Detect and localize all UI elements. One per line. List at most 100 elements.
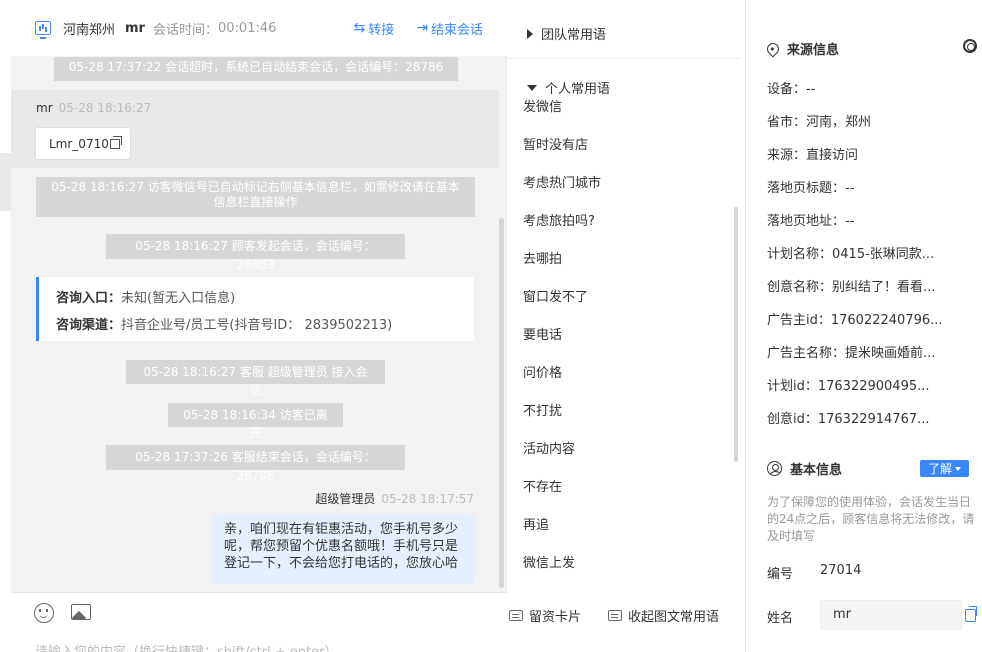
- name-label: 姓名: [767, 611, 794, 626]
- source-field: 创意名称：别纠结了！看看...: [767, 280, 936, 295]
- consult-channel-label: 咨询渠道：: [56, 318, 122, 333]
- copy-icon[interactable]: [965, 606, 977, 622]
- visitor-message-name: mr: [36, 101, 53, 115]
- phrases-scrollbar[interactable]: [734, 207, 738, 462]
- copy-icon[interactable]: [109, 135, 122, 149]
- caret-right-icon: [527, 28, 533, 39]
- card-icon: [608, 609, 622, 621]
- system-message-timeout: 05-28 17:37:22 会话超时，系统已自动结束会话，会话编号：28786: [54, 57, 458, 81]
- learn-more-label: 了解: [927, 462, 952, 476]
- phrase-item[interactable]: 不存在: [523, 476, 562, 495]
- visitor-name: mr: [125, 20, 145, 36]
- phrase-item[interactable]: 不打扰: [523, 400, 562, 419]
- phrases-footer: 留资卡片 收起图文常用语: [507, 600, 746, 630]
- chat-header: 河南郑州 mr 会话时间： 00:01:46 ⇆ 转接 ⇥ 结束会话: [11, 0, 507, 56]
- phrase-item[interactable]: 发微信: [523, 96, 562, 115]
- end-session-label: 结束会话: [430, 22, 483, 38]
- system-message-start: 05-28 18:16:27 顾客发起会话，会话编号：28803: [106, 234, 405, 272]
- system-message-left: 05-28 18:16:34 访客已离开: [168, 403, 343, 440]
- edit-notice: 为了保障您的使用体验，会话发生当日的24点之后，顾客信息将无法修改，请及时填写: [767, 495, 975, 543]
- personal-phrases-label: 个人常用语: [545, 82, 611, 97]
- common-phrases-panel: 团队常用语 个人常用语 发微信 暂时没有店 考虑热门城市 考虑旅拍吗? 去哪拍 …: [507, 0, 746, 652]
- system-message-wechat: 05-28 18:16:27 访客微信号已自动标记右侧基本信息栏，如需修改请在基…: [36, 177, 475, 217]
- agent-message-bubble: 亲，咱们现在有钜惠活动，您手机号多少呢，帮您预留个优惠名额哦！手机号只是登记一下…: [212, 514, 475, 584]
- visitor-location: 河南郑州: [63, 22, 116, 38]
- consult-entry-row: 咨询入口：未知(暂无入口信息): [56, 285, 474, 312]
- source-field: 设备：--: [767, 82, 816, 97]
- phrase-item[interactable]: 再追: [523, 514, 549, 533]
- caret-down-icon: [527, 84, 537, 91]
- consult-info-card: 咨询入口：未知(暂无入口信息) 咨询渠道：抖音企业号/员工号(抖音号ID： 28…: [36, 277, 474, 341]
- phrase-item[interactable]: 考虑热门城市: [523, 172, 601, 191]
- lead-card-button[interactable]: 留资卡片: [509, 606, 581, 625]
- source-field: 计划名称：0415-张琳同款...: [767, 247, 935, 262]
- phrase-item[interactable]: 要电话: [523, 324, 562, 343]
- visitor-message-text: Lmr_0710: [49, 136, 109, 151]
- team-phrases-label: 团队常用语: [541, 28, 607, 43]
- id-value: 27014: [820, 563, 862, 578]
- system-message-join: 05-28 18:16:27 客服 超级管理员 接入会话: [126, 360, 385, 397]
- name-field[interactable]: mr: [820, 600, 962, 630]
- message-input-area: 请输入您的内容（换行快捷键：shift/ctrl + enter）: [11, 592, 507, 652]
- monitor-icon: [35, 21, 51, 39]
- consult-channel-row: 咨询渠道：抖音企业号/员工号(抖音号ID： 2839502213): [56, 312, 474, 339]
- left-edge-tab[interactable]: [0, 153, 11, 211]
- end-session-button[interactable]: ⇥ 结束会话: [416, 19, 483, 38]
- personal-phrases-group[interactable]: 个人常用语: [527, 78, 610, 97]
- phrase-item[interactable]: 活动内容: [523, 438, 575, 457]
- message-input[interactable]: 请输入您的内容（换行快捷键：shift/ctrl + enter）: [35, 641, 338, 652]
- source-field: 省市：河南，郑州: [767, 115, 872, 130]
- source-field: 计划id：176322900495...: [767, 379, 930, 394]
- consult-entry-value: 未知(暂无入口信息): [121, 291, 236, 306]
- team-phrases-group[interactable]: 团队常用语: [527, 24, 606, 43]
- agent-message-name: 超级管理员: [315, 492, 376, 506]
- source-field: 广告主名称：提米映画婚前...: [767, 346, 936, 361]
- location-pin-icon: [764, 40, 782, 57]
- visitor-message-bubble[interactable]: Lmr_0710: [35, 127, 131, 160]
- visitor-message-time: 05-28 18:16:27: [58, 101, 152, 115]
- phrase-item[interactable]: 问价格: [523, 362, 562, 381]
- collapse-rich-phrases-label: 收起图文常用语: [628, 609, 720, 625]
- lead-card-label: 留资卡片: [529, 609, 582, 625]
- id-label: 编号: [767, 567, 794, 582]
- swap-arrows-icon: ⇆: [353, 20, 366, 36]
- phrase-item[interactable]: 微信上发: [523, 552, 575, 571]
- emoji-icon[interactable]: [34, 603, 54, 623]
- source-field: 创意id：176322914767...: [767, 412, 930, 427]
- phrase-item[interactable]: 去哪拍: [523, 248, 562, 267]
- system-message-end: 05-28 17:37:26 客服结束会话，会话编号：28786: [106, 445, 405, 483]
- session-time-label: 会话时间：: [152, 22, 218, 38]
- collapse-rich-phrases-button[interactable]: 收起图文常用语: [608, 606, 719, 625]
- basic-info-title: 基本信息: [767, 459, 842, 478]
- source-field: 落地页标题：--: [767, 181, 855, 196]
- chat-workspace: 河南郑州 mr 会话时间： 00:01:46 ⇆ 转接 ⇥ 结束会话 05-28…: [0, 0, 982, 652]
- agent-message-time: 05-28 18:17:57: [381, 492, 474, 506]
- transfer-button[interactable]: ⇆ 转接: [354, 19, 395, 38]
- caret-down-icon: [955, 466, 961, 471]
- chat-panel: 河南郑州 mr 会话时间： 00:01:46 ⇆ 转接 ⇥ 结束会话 05-28…: [11, 0, 507, 652]
- image-icon[interactable]: [71, 604, 91, 620]
- card-icon: [509, 609, 523, 621]
- user-icon: [767, 461, 782, 476]
- visitor-message-meta: mr 05-28 18:16:27: [36, 101, 151, 115]
- source-field: 落地页地址：--: [767, 214, 855, 229]
- transfer-label: 转接: [368, 22, 395, 38]
- agent-message-meta: 超级管理员 05-28 18:17:57: [315, 490, 474, 507]
- gear-icon[interactable]: [963, 39, 977, 53]
- source-field: 广告主id：176022240796...: [767, 313, 943, 328]
- phrase-item[interactable]: 暂时没有店: [523, 134, 588, 153]
- exit-icon: ⇥: [416, 20, 428, 36]
- phrase-item[interactable]: 窗口发不了: [523, 286, 588, 305]
- group-divider: [507, 58, 741, 59]
- chat-scrollbar[interactable]: [499, 218, 504, 588]
- phrase-item[interactable]: 考虑旅拍吗?: [523, 210, 595, 229]
- session-time: 00:01:46: [218, 20, 277, 36]
- consult-entry-label: 咨询入口：: [56, 291, 122, 306]
- header-actions: ⇆ 转接 ⇥ 结束会话: [354, 0, 484, 56]
- source-field: 来源：直接访问: [767, 148, 859, 163]
- basic-info-label: 基本信息: [790, 463, 843, 478]
- source-info-title: 来源信息: [764, 39, 840, 58]
- source-info-label: 来源信息: [787, 43, 840, 58]
- visitor-info-panel: 来源信息 设备：-- 省市：河南，郑州 来源：直接访问 落地页标题：-- 落地页…: [747, 0, 982, 652]
- learn-more-button[interactable]: 了解: [920, 460, 969, 477]
